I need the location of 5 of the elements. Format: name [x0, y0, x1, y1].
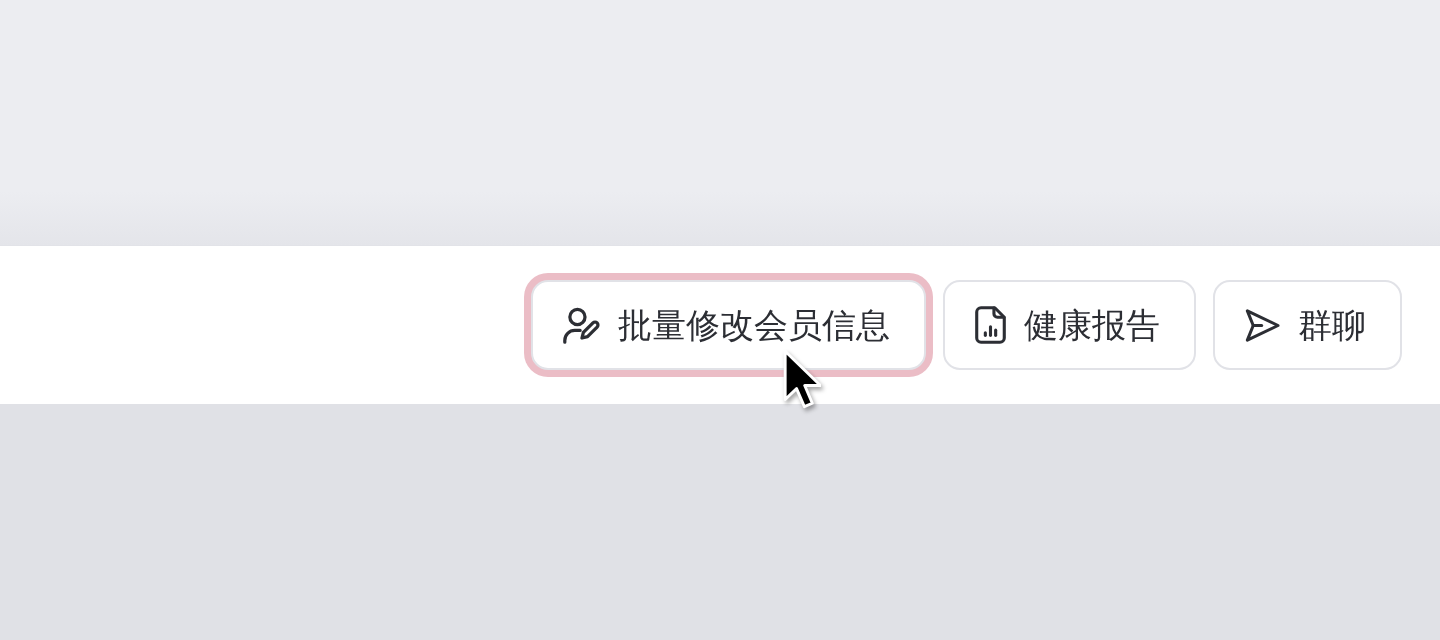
file-chart-icon: [975, 306, 1006, 344]
toolbar-button[interactable]: 健康报告: [943, 280, 1196, 370]
send-icon: [1245, 308, 1280, 342]
user-pen-icon: [563, 306, 600, 344]
toolbar-button[interactable]: 群聊: [1213, 280, 1402, 370]
